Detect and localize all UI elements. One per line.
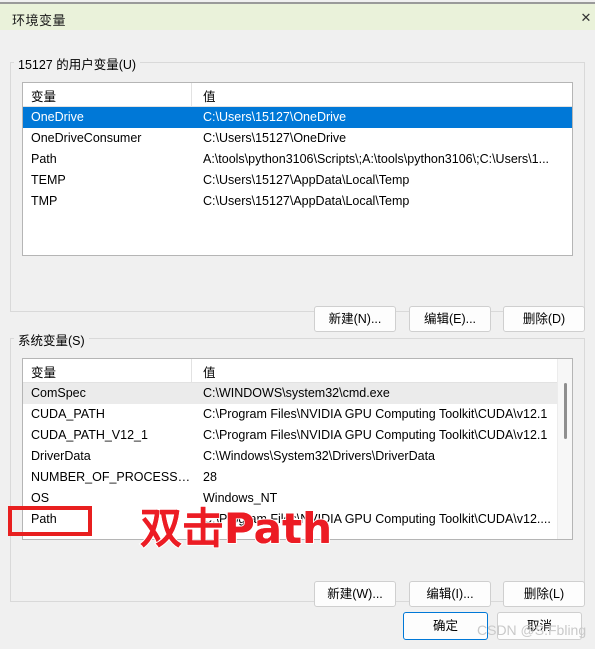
system_section-row-name: DriverData xyxy=(31,449,91,463)
close-icon[interactable]: ✕ xyxy=(579,11,593,25)
table-row[interactable]: OneDriveConsumer C:\Users\15127\OneDrive xyxy=(23,128,572,149)
system_section-row-value: C:\WINDOWS\system32\cmd.exe xyxy=(203,386,390,400)
user-variables-list[interactable]: 变量 值 OneDrive C:\Users\15127\OneDrive OneD… xyxy=(22,82,573,256)
table-row[interactable]: OneDrive C:\Users\15127\OneDrive xyxy=(23,107,572,128)
system-delete-button[interactable]: 删除(L) xyxy=(503,581,585,607)
user-list-rows: OneDrive C:\Users\15127\OneDrive OneDriveC… xyxy=(23,107,572,212)
user_section-row-name: OneDriveConsumer xyxy=(31,131,142,145)
table-row[interactable]: CUDA_PATH_V12_1 C:\Program Files\NVIDIA G… xyxy=(23,425,572,446)
user-variables-group-label: 15127 的用户变量(U) xyxy=(14,54,141,73)
ok-button[interactable]: 确定 xyxy=(403,612,488,640)
system_section-row-name: CUDA_PATH_V12_1 xyxy=(31,428,148,442)
user_section-row-value: C:\Users\15127\AppData\Local\Temp xyxy=(203,194,410,208)
user-edit-button[interactable]: 编辑(E)... xyxy=(409,306,491,332)
system_section-row-value: C:\Program Files\NVIDIA GPU Computing To… xyxy=(203,428,548,442)
user_section-row-value: A:\tools\python3106\Scripts\;A:\tools\py… xyxy=(203,152,550,166)
user_section-row-name: TEMP xyxy=(31,173,66,187)
user-delete-button[interactable]: 删除(D) xyxy=(503,306,585,332)
system-col-header-value[interactable]: 值 xyxy=(203,362,216,381)
system_section-row-name: CUDA_PATH xyxy=(31,407,105,421)
system-edit-button[interactable]: 编辑(I)... xyxy=(409,581,491,607)
user-list-header: 变量 值 xyxy=(23,83,572,107)
user_section-row-value: C:\Users\15127\OneDrive xyxy=(203,131,347,145)
table-row[interactable]: TMP C:\Users\15127\AppData\Local\Temp xyxy=(23,191,572,212)
user_section-row-value: C:\Users\15127\OneDrive xyxy=(203,110,347,124)
system_section-row-value: C:\Program Files\NVIDIA GPU Computing To… xyxy=(203,407,548,421)
annotation-text: 双击Path xyxy=(140,504,332,553)
table-row[interactable]: DriverData C:\Windows\System32\Drivers\Dr… xyxy=(23,446,572,467)
system_section-row-name: NUMBER_OF_PROCESSORS xyxy=(31,470,199,484)
system-col-header-variable[interactable]: 变量 xyxy=(31,362,56,381)
user-new-button[interactable]: 新建(N)... xyxy=(314,306,396,332)
system-variables-group-label: 系统变量(S) xyxy=(14,330,89,349)
annotation-highlight-box xyxy=(8,506,92,536)
user_section-row-name: OneDrive xyxy=(31,110,84,124)
table-row[interactable]: NUMBER_OF_PROCESSORS 28 xyxy=(23,467,572,488)
user_section-row-name: TMP xyxy=(31,194,58,208)
table-row[interactable]: Path A:\tools\python3106\Scripts\;A:\tool… xyxy=(23,149,572,170)
system-list-scrollbar[interactable] xyxy=(557,359,572,539)
user_section-row-value: C:\Users\15127\AppData\Local\Temp xyxy=(203,173,410,187)
window-title-bar: 环境变量 ✕ xyxy=(0,2,595,30)
dialog-body: 15127 的用户变量(U) 变量 值 OneDrive C:\Users\151… xyxy=(0,30,595,649)
user-col-divider[interactable] xyxy=(191,83,192,106)
system-list-scroll-thumb[interactable] xyxy=(564,383,567,439)
system-new-button[interactable]: 新建(W)... xyxy=(314,581,396,607)
table-row[interactable]: ComSpec C:\WINDOWS\system32\cmd.exe xyxy=(23,383,572,404)
user_section-row-name: Path xyxy=(31,152,57,166)
table-row[interactable]: TEMP C:\Users\15127\AppData\Local\Temp xyxy=(23,170,572,191)
window-title: 环境变量 xyxy=(12,13,67,28)
system_section-row-value: 28 xyxy=(203,470,217,484)
user-col-header-variable[interactable]: 变量 xyxy=(31,86,56,105)
table-row[interactable]: CUDA_PATH C:\Program Files\NVIDIA GPU Com… xyxy=(23,404,572,425)
system_section-row-name: ComSpec xyxy=(31,386,86,400)
user-col-header-value[interactable]: 值 xyxy=(203,86,216,105)
watermark: CSDN @S.Fbling xyxy=(477,622,587,638)
system-list-header: 变量 值 xyxy=(23,359,572,383)
system-col-divider[interactable] xyxy=(191,359,192,382)
system_section-row-value: C:\Windows\System32\Drivers\DriverData xyxy=(203,449,435,463)
